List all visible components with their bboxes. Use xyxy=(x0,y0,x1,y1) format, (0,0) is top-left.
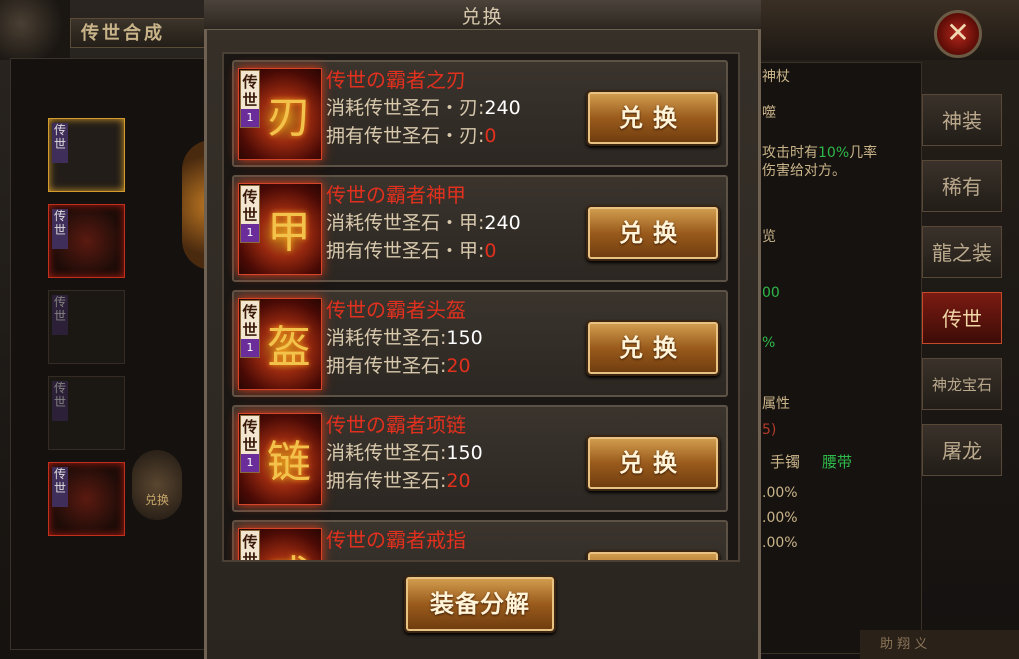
tab-tulong[interactable]: 屠龙 xyxy=(922,424,1002,476)
cost-line: 消耗传世圣石:150 xyxy=(326,442,483,464)
exchange-button[interactable]: 兑换 xyxy=(586,205,720,261)
slot-badge: 传世 xyxy=(52,467,68,507)
item-name: 传世の霸者之刃 xyxy=(326,68,466,92)
exchange-button[interactable]: 兑换 xyxy=(586,90,720,146)
info-text: 噬 xyxy=(762,105,776,121)
exchange-button[interactable]: 兑换 xyxy=(586,550,720,560)
bg-item-slot[interactable]: 传世 xyxy=(48,204,125,278)
item-icon[interactable]: 甲 传世 1 xyxy=(238,183,322,275)
item-icon[interactable]: 链 传世 1 xyxy=(238,413,322,505)
info-pct: .00% xyxy=(762,535,798,551)
info-text: 00 xyxy=(762,285,780,301)
info-pct: .00% xyxy=(762,510,798,526)
tab-chuanshi[interactable]: 传世 xyxy=(922,292,1002,344)
item-icon[interactable]: 刃 传世 1 xyxy=(238,68,322,160)
item-icon[interactable]: 盔 传世 1 xyxy=(238,298,322,390)
bg-item-slot[interactable]: 传世 xyxy=(48,290,125,364)
owned-line: 拥有传世圣石:20 xyxy=(326,470,471,492)
tab-longzhizhuang[interactable]: 龍之装 xyxy=(922,226,1002,278)
item-icon[interactable]: 戒 传世 1 xyxy=(238,528,322,560)
info-text: 攻击时有10%几率 xyxy=(762,145,878,161)
item-name: 传世の霸者神甲 xyxy=(326,183,466,207)
exchange-row: 戒 传世 1 传世の霸者戒指 兑换 xyxy=(232,520,728,560)
exchange-row: 刃 传世 1 传世の霸者之刃 消耗传世圣石・刃:240 拥有传世圣石・刃:0 兑… xyxy=(232,60,728,167)
exchange-orb-button[interactable]: 兑换 xyxy=(132,450,182,520)
item-name: 传世の霸者戒指 xyxy=(326,528,466,552)
modal-title: 兑换 xyxy=(461,6,504,28)
info-text: 5) xyxy=(762,422,777,438)
exchange-row: 链 传世 1 传世の霸者项链 消耗传世圣石:150 拥有传世圣石:20 兑换 xyxy=(232,405,728,512)
rarity-badge: 传世 1 xyxy=(240,185,260,243)
cost-line: 消耗传世圣石・刃:240 xyxy=(326,97,521,119)
cost-line: 消耗传世圣石:150 xyxy=(326,327,483,349)
synthesis-window-title: 传世合成 xyxy=(70,18,205,48)
tab-shenlong-gem[interactable]: 神龙宝石 xyxy=(922,358,1002,410)
slot-badge: 传世 xyxy=(52,123,68,163)
info-text: 属性 xyxy=(762,396,790,412)
bg-item-slot[interactable]: 传世 xyxy=(48,462,125,536)
dragon-ornament xyxy=(0,0,70,60)
belt-label: 腰带 xyxy=(822,453,853,471)
exchange-row: 甲 传世 1 传世の霸者神甲 消耗传世圣石・甲:240 拥有传世圣石・甲:0 兑… xyxy=(232,175,728,282)
exchange-button[interactable]: 兑换 xyxy=(586,320,720,376)
slot-badge: 传世 xyxy=(52,381,68,421)
bg-item-slot[interactable]: 传世 xyxy=(48,118,125,192)
owned-line: 拥有传世圣石:20 xyxy=(326,355,471,377)
info-text: 伤害给对方。 xyxy=(762,163,846,179)
info-pct: .00% xyxy=(762,485,798,501)
bg-item-slot[interactable]: 传世 xyxy=(48,376,125,450)
exchange-row: 盔 传世 1 传世の霸者头盔 消耗传世圣石:150 拥有传世圣石:20 兑换 xyxy=(232,290,728,397)
necklace-icon: 链 xyxy=(267,437,311,488)
item-name: 传世の霸者项链 xyxy=(326,413,466,437)
cost-line: 消耗传世圣石・甲:240 xyxy=(326,212,521,234)
exchange-button[interactable]: 兑换 xyxy=(586,435,720,491)
bracelet-label: 手镯 xyxy=(770,453,801,471)
owned-line: 拥有传世圣石・刃:0 xyxy=(326,125,497,147)
rarity-badge: 传世 1 xyxy=(240,300,260,358)
modal-header: 兑换 xyxy=(204,0,761,30)
tab-shenzhuang[interactable]: 神装 xyxy=(922,94,1002,146)
rarity-badge: 传世 1 xyxy=(240,415,260,473)
exchange-list[interactable]: 刃 传世 1 传世の霸者之刃 消耗传世圣石・刃:240 拥有传世圣石・刃:0 兑… xyxy=(222,52,740,562)
helmet-icon: 盔 xyxy=(267,322,311,373)
blade-icon: 刃 xyxy=(267,92,311,143)
close-icon[interactable]: ✕ xyxy=(934,10,982,58)
rarity-badge: 传世 1 xyxy=(240,530,260,560)
decompose-button[interactable]: 装备分解 xyxy=(404,575,556,633)
bottom-decoration: 助 翔 义 xyxy=(860,630,1019,659)
armor-icon: 甲 xyxy=(267,207,311,258)
info-heading: 神杖 xyxy=(762,69,790,85)
rarity-badge: 传世 1 xyxy=(240,70,260,128)
item-name: 传世の霸者头盔 xyxy=(326,298,466,322)
tab-xiyou[interactable]: 稀有 xyxy=(922,160,1002,212)
slot-badge: 传世 xyxy=(52,209,68,249)
info-text: % xyxy=(762,335,776,351)
owned-line: 拥有传世圣石・甲:0 xyxy=(326,240,497,262)
info-text: 览 xyxy=(762,229,776,245)
ring-icon: 戒 xyxy=(259,543,319,560)
slot-badge: 传世 xyxy=(52,295,68,335)
